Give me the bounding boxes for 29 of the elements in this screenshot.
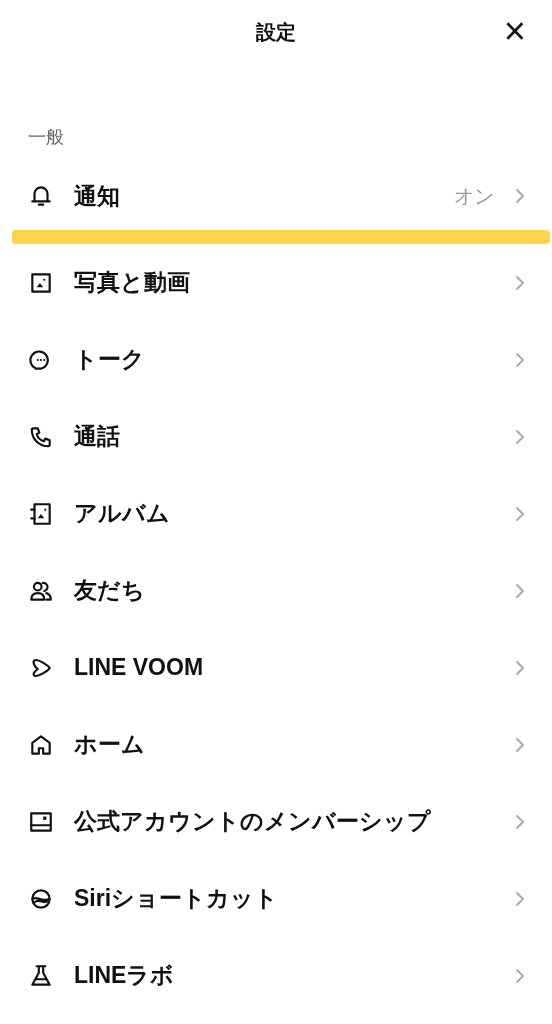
close-button[interactable]: × (503, 12, 526, 50)
flask-icon (28, 962, 54, 989)
section-title: 一般 (28, 125, 64, 149)
settings-item[interactable]: 通話 (0, 398, 552, 475)
value-text: オン (454, 184, 494, 209)
settings-item[interactable]: LINEラボ (0, 937, 552, 1014)
chevron-icon (514, 889, 526, 908)
chevron-icon (514, 350, 526, 369)
chevron-icon (514, 735, 526, 754)
chevron-icon (514, 187, 526, 205)
settings-item[interactable]: トーク (0, 321, 552, 398)
chevron-icon (514, 812, 526, 831)
bell-icon (28, 183, 54, 209)
chevron-icon (514, 966, 526, 985)
settings-item[interactable]: 写真と動画 (0, 244, 552, 321)
album-icon (28, 500, 54, 527)
settings-item[interactable]: 公式アカウントのメンバーシップ (0, 783, 552, 860)
chevron-icon (514, 581, 526, 600)
chevron-icon (514, 658, 526, 677)
settings-item[interactable]: Siriショートカット (0, 860, 552, 937)
settings-item[interactable]: ホーム (0, 706, 552, 783)
chevron-icon (514, 427, 526, 446)
chevron-icon (514, 273, 526, 292)
page-title: 設定 (256, 20, 296, 45)
settings-item[interactable]: 友だち (0, 552, 552, 629)
settings-item[interactable]: アルバム (0, 475, 552, 552)
settings-item[interactable]: LINE VOOM (0, 629, 552, 706)
chevron-icon (514, 504, 526, 523)
settings-item[interactable]: 通知 オン (0, 162, 552, 230)
